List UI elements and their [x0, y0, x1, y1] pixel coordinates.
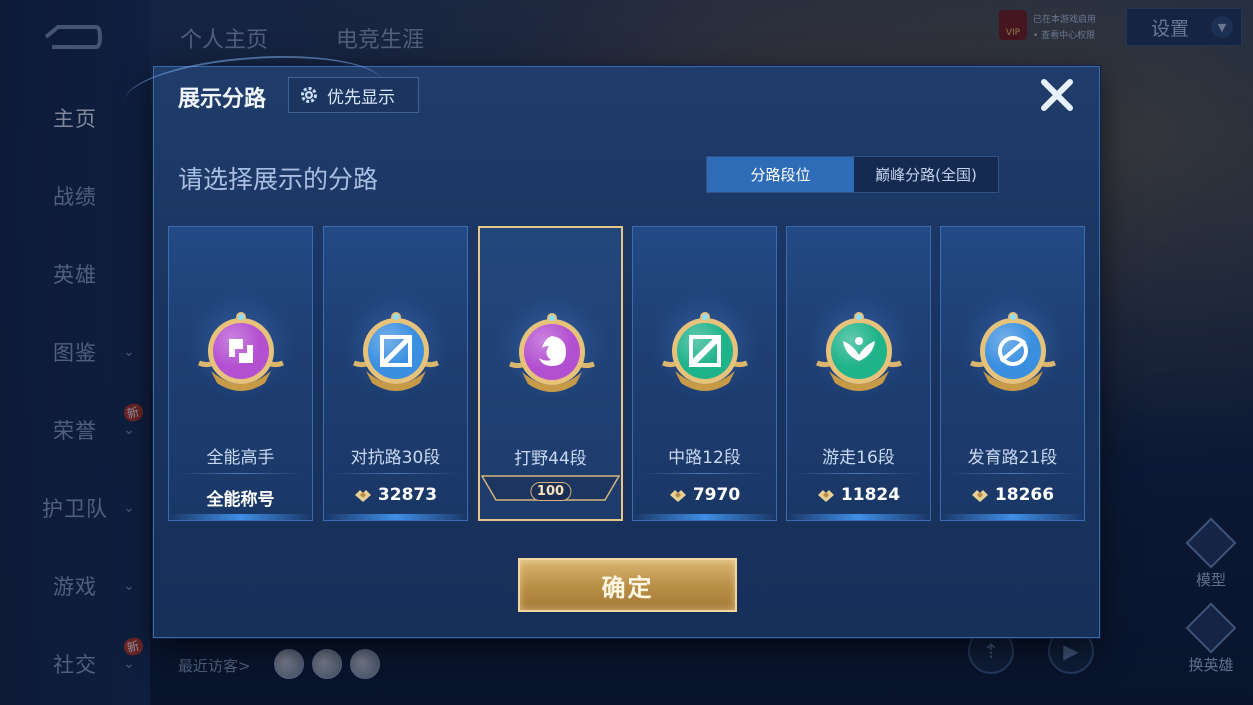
lane-card-footer: 18266	[941, 485, 1084, 505]
gear-icon	[301, 87, 317, 103]
footer-value: 11824	[840, 485, 901, 505]
card-glow	[633, 514, 776, 520]
lane-rank-label: 打野44段	[514, 449, 587, 469]
lane-card[interactable]: 打野44段 100	[478, 226, 623, 521]
tab-lane-rank[interactable]: 分路段位	[707, 157, 854, 192]
rank-points-icon	[971, 490, 988, 502]
lane-card[interactable]: 发育路21段 18266	[940, 226, 1085, 521]
lane-card-list: 全能高手 全能称号 对抗路30段 32873 打野44段 100 中路12段 7970 游走16…	[168, 226, 1088, 521]
allround-icon	[198, 312, 284, 391]
lane-rank-label: 全能高手	[206, 448, 275, 468]
lane-card[interactable]: 对抗路30段 32873	[323, 226, 468, 521]
lane-rank-label: 中路12段	[668, 448, 741, 468]
lane-card-footer: 7970	[633, 485, 776, 505]
tab-peak-lane[interactable]: 巅峰分路(全国)	[854, 157, 998, 192]
lane-card-footer: 全能称号	[169, 485, 312, 510]
lane-card[interactable]: 全能高手 全能称号	[168, 226, 313, 521]
close-button[interactable]	[1035, 73, 1079, 117]
divider	[949, 473, 1076, 474]
jungle-icon	[509, 313, 595, 392]
lane-card-footer: 11824	[787, 485, 930, 505]
card-glow	[787, 514, 930, 520]
divider	[332, 473, 459, 474]
priority-display-label: 优先显示	[327, 87, 395, 108]
lane-rank-label: 发育路21段	[967, 448, 1058, 468]
footer-value: 全能称号	[206, 490, 275, 510]
rank-points-icon	[669, 490, 686, 502]
divider	[795, 473, 922, 474]
footer-value: 32873	[377, 485, 438, 505]
dialog-subtitle: 请选择展示的分路	[178, 165, 379, 194]
confirm-button[interactable]: 确定	[518, 558, 737, 612]
card-glow	[941, 514, 1084, 520]
roam-icon	[816, 312, 902, 391]
divider	[641, 473, 768, 474]
rank-points-icon	[817, 490, 834, 502]
card-glow	[324, 514, 467, 520]
close-icon	[1041, 79, 1073, 111]
lane-rank-label: 对抗路30段	[350, 448, 441, 468]
lane-card-footer: 32873	[324, 485, 467, 505]
level-number: 100	[529, 482, 572, 501]
lane-card[interactable]: 游走16段 11824	[786, 226, 931, 521]
clash-lane-icon	[353, 312, 439, 391]
mid-lane-icon	[662, 312, 748, 391]
lane-card[interactable]: 中路12段 7970	[632, 226, 777, 521]
lane-display-dialog: 展示分路 优先显示 请选择展示的分路 分路段位 巅峰分路(全国) 全能高手全能称…	[153, 66, 1100, 638]
lane-type-toggle: 分路段位 巅峰分路(全国)	[706, 156, 999, 193]
priority-display-button[interactable]: 优先显示	[288, 77, 419, 113]
dialog-title: 展示分路	[178, 87, 267, 112]
farm-lane-icon	[970, 312, 1056, 391]
divider	[177, 473, 304, 474]
card-glow	[169, 514, 312, 520]
lane-rank-label: 游走16段	[822, 448, 895, 468]
level-plate: 100	[480, 474, 621, 514]
footer-value: 18266	[994, 485, 1055, 505]
rank-points-icon	[354, 490, 371, 502]
footer-value: 7970	[692, 485, 741, 505]
